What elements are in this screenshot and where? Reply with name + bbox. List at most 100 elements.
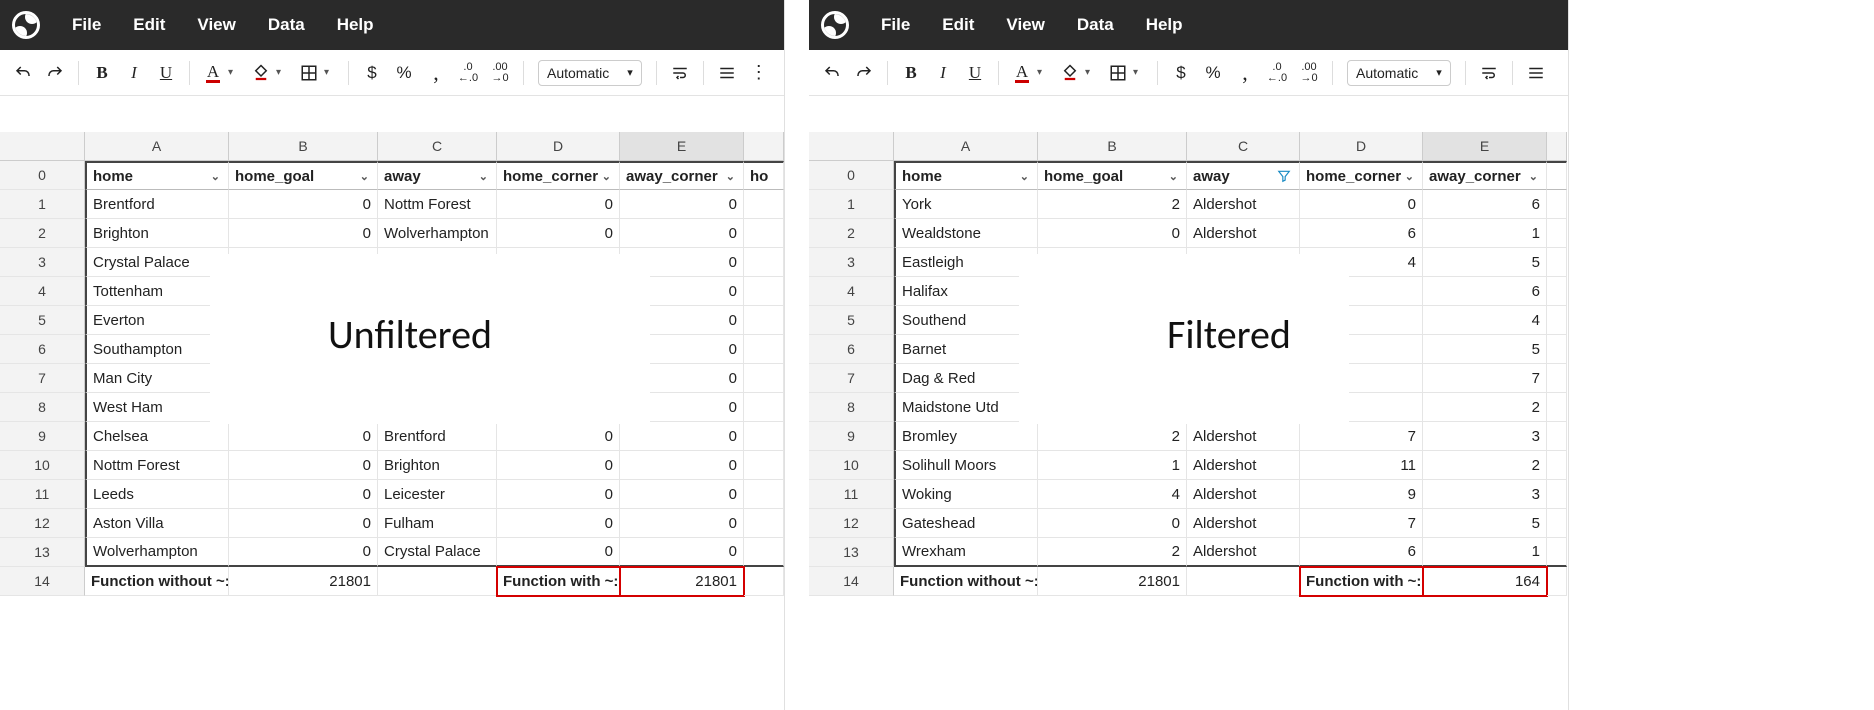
align-button[interactable] bbox=[712, 58, 742, 88]
bold-button[interactable]: B bbox=[896, 58, 926, 88]
cell[interactable]: Dag & Red bbox=[894, 364, 1038, 393]
cell[interactable] bbox=[744, 451, 784, 480]
currency-button[interactable]: $ bbox=[357, 58, 387, 88]
cell[interactable]: Brighton bbox=[85, 219, 229, 248]
cell[interactable] bbox=[744, 393, 784, 422]
cell[interactable]: Man City bbox=[85, 364, 229, 393]
cell[interactable]: 0 bbox=[620, 422, 744, 451]
cell[interactable]: 1 bbox=[1038, 451, 1187, 480]
cell[interactable]: Halifax bbox=[894, 277, 1038, 306]
cell[interactable]: 0 bbox=[229, 480, 378, 509]
table-header-cell[interactable]: away_corner⌄ bbox=[1423, 161, 1547, 190]
cell[interactable] bbox=[1547, 335, 1567, 364]
cell[interactable] bbox=[1547, 567, 1567, 596]
cell[interactable]: 7 bbox=[1300, 509, 1423, 538]
row-header[interactable]: 11 bbox=[809, 480, 894, 509]
cell[interactable]: Everton bbox=[85, 306, 229, 335]
cell[interactable]: Crystal Palace bbox=[85, 248, 229, 277]
undo-button[interactable] bbox=[8, 58, 38, 88]
cell[interactable] bbox=[1547, 509, 1567, 538]
cell[interactable]: 7 bbox=[1300, 422, 1423, 451]
cell[interactable]: 5 bbox=[1423, 509, 1547, 538]
cell[interactable]: 0 bbox=[1038, 219, 1187, 248]
chevron-down-icon[interactable]: ▾ bbox=[276, 67, 288, 78]
cell[interactable]: Woking bbox=[894, 480, 1038, 509]
filter-dropdown-icon[interactable]: ⌄ bbox=[1167, 170, 1180, 183]
wrap-text-button[interactable] bbox=[1474, 58, 1504, 88]
col-header[interactable]: A bbox=[894, 132, 1038, 161]
chevron-down-icon[interactable]: ▾ bbox=[1085, 67, 1097, 78]
cell[interactable]: 0 bbox=[497, 451, 620, 480]
fill-color-button[interactable] bbox=[1055, 58, 1085, 88]
zoom-select[interactable]: Automatic▾ bbox=[1347, 60, 1451, 86]
cell[interactable] bbox=[1187, 567, 1300, 596]
underline-button[interactable]: U bbox=[151, 58, 181, 88]
cell[interactable]: Function without ~: bbox=[894, 567, 1038, 596]
percent-button[interactable]: % bbox=[1198, 58, 1228, 88]
row-header[interactable]: 9 bbox=[0, 422, 85, 451]
row-header[interactable]: 1 bbox=[0, 190, 85, 219]
cell[interactable]: 6 bbox=[1423, 277, 1547, 306]
cell[interactable] bbox=[744, 538, 784, 567]
row-header[interactable]: 3 bbox=[0, 248, 85, 277]
row-header[interactable]: 14 bbox=[0, 567, 85, 596]
row-header[interactable]: 11 bbox=[0, 480, 85, 509]
cell[interactable]: West Ham bbox=[85, 393, 229, 422]
cell[interactable] bbox=[744, 422, 784, 451]
cell[interactable]: 0 bbox=[229, 451, 378, 480]
cell[interactable]: Wealdstone bbox=[894, 219, 1038, 248]
menu-edit[interactable]: Edit bbox=[119, 9, 179, 41]
filter-dropdown-icon[interactable]: ⌄ bbox=[1527, 170, 1540, 183]
cell[interactable]: 0 bbox=[620, 190, 744, 219]
cell[interactable]: Aldershot bbox=[1187, 451, 1300, 480]
cell[interactable] bbox=[1547, 219, 1567, 248]
col-header[interactable]: D bbox=[1300, 132, 1423, 161]
row-header[interactable]: 3 bbox=[809, 248, 894, 277]
cell[interactable]: Wolverhampton bbox=[378, 219, 497, 248]
row-header[interactable]: 6 bbox=[809, 335, 894, 364]
cell[interactable]: Barnet bbox=[894, 335, 1038, 364]
menu-data[interactable]: Data bbox=[1063, 9, 1128, 41]
menu-file[interactable]: File bbox=[58, 9, 115, 41]
cell[interactable]: Maidstone Utd bbox=[894, 393, 1038, 422]
table-header-cell[interactable]: away_corner⌄ bbox=[620, 161, 744, 190]
cell[interactable]: 4 bbox=[1038, 480, 1187, 509]
cell[interactable]: 0 bbox=[229, 509, 378, 538]
cell[interactable]: Wrexham bbox=[894, 538, 1038, 567]
increase-decimal-button[interactable]: .00→0 bbox=[1294, 58, 1324, 88]
undo-button[interactable] bbox=[817, 58, 847, 88]
table-header-cell[interactable]: home⌄ bbox=[85, 161, 229, 190]
cell[interactable] bbox=[1547, 393, 1567, 422]
table-header-cell[interactable]: home_corner⌄ bbox=[497, 161, 620, 190]
select-all-corner[interactable] bbox=[809, 132, 894, 161]
cell[interactable]: 0 bbox=[497, 190, 620, 219]
chevron-down-icon[interactable]: ▾ bbox=[1037, 67, 1049, 78]
cell[interactable]: Aldershot bbox=[1187, 538, 1300, 567]
cell[interactable]: 1 bbox=[1423, 219, 1547, 248]
cell[interactable]: York bbox=[894, 190, 1038, 219]
cell[interactable]: 0 bbox=[620, 538, 744, 567]
cell[interactable]: Function with ~: bbox=[497, 567, 620, 596]
row-header[interactable]: 4 bbox=[0, 277, 85, 306]
decrease-decimal-button[interactable]: .0←.0 bbox=[453, 58, 483, 88]
table-header-cell[interactable]: ho bbox=[744, 161, 784, 190]
cell[interactable]: 0 bbox=[497, 422, 620, 451]
chevron-down-icon[interactable]: ▾ bbox=[228, 67, 240, 78]
cell[interactable]: 2 bbox=[1038, 422, 1187, 451]
cell[interactable] bbox=[378, 567, 497, 596]
cell[interactable]: Southend bbox=[894, 306, 1038, 335]
row-header[interactable]: 7 bbox=[809, 364, 894, 393]
cell[interactable]: 0 bbox=[229, 190, 378, 219]
table-header-cell[interactable]: away⌄ bbox=[378, 161, 497, 190]
cell[interactable]: Function with ~: bbox=[1300, 567, 1423, 596]
cell[interactable]: Aldershot bbox=[1187, 219, 1300, 248]
menu-edit[interactable]: Edit bbox=[928, 9, 988, 41]
col-header[interactable]: C bbox=[378, 132, 497, 161]
row-header[interactable]: 2 bbox=[0, 219, 85, 248]
cell[interactable] bbox=[1547, 422, 1567, 451]
cell[interactable] bbox=[1547, 364, 1567, 393]
row-header[interactable]: 8 bbox=[809, 393, 894, 422]
cell[interactable]: 0 bbox=[497, 509, 620, 538]
cell[interactable]: 0 bbox=[229, 422, 378, 451]
cell[interactable] bbox=[744, 335, 784, 364]
